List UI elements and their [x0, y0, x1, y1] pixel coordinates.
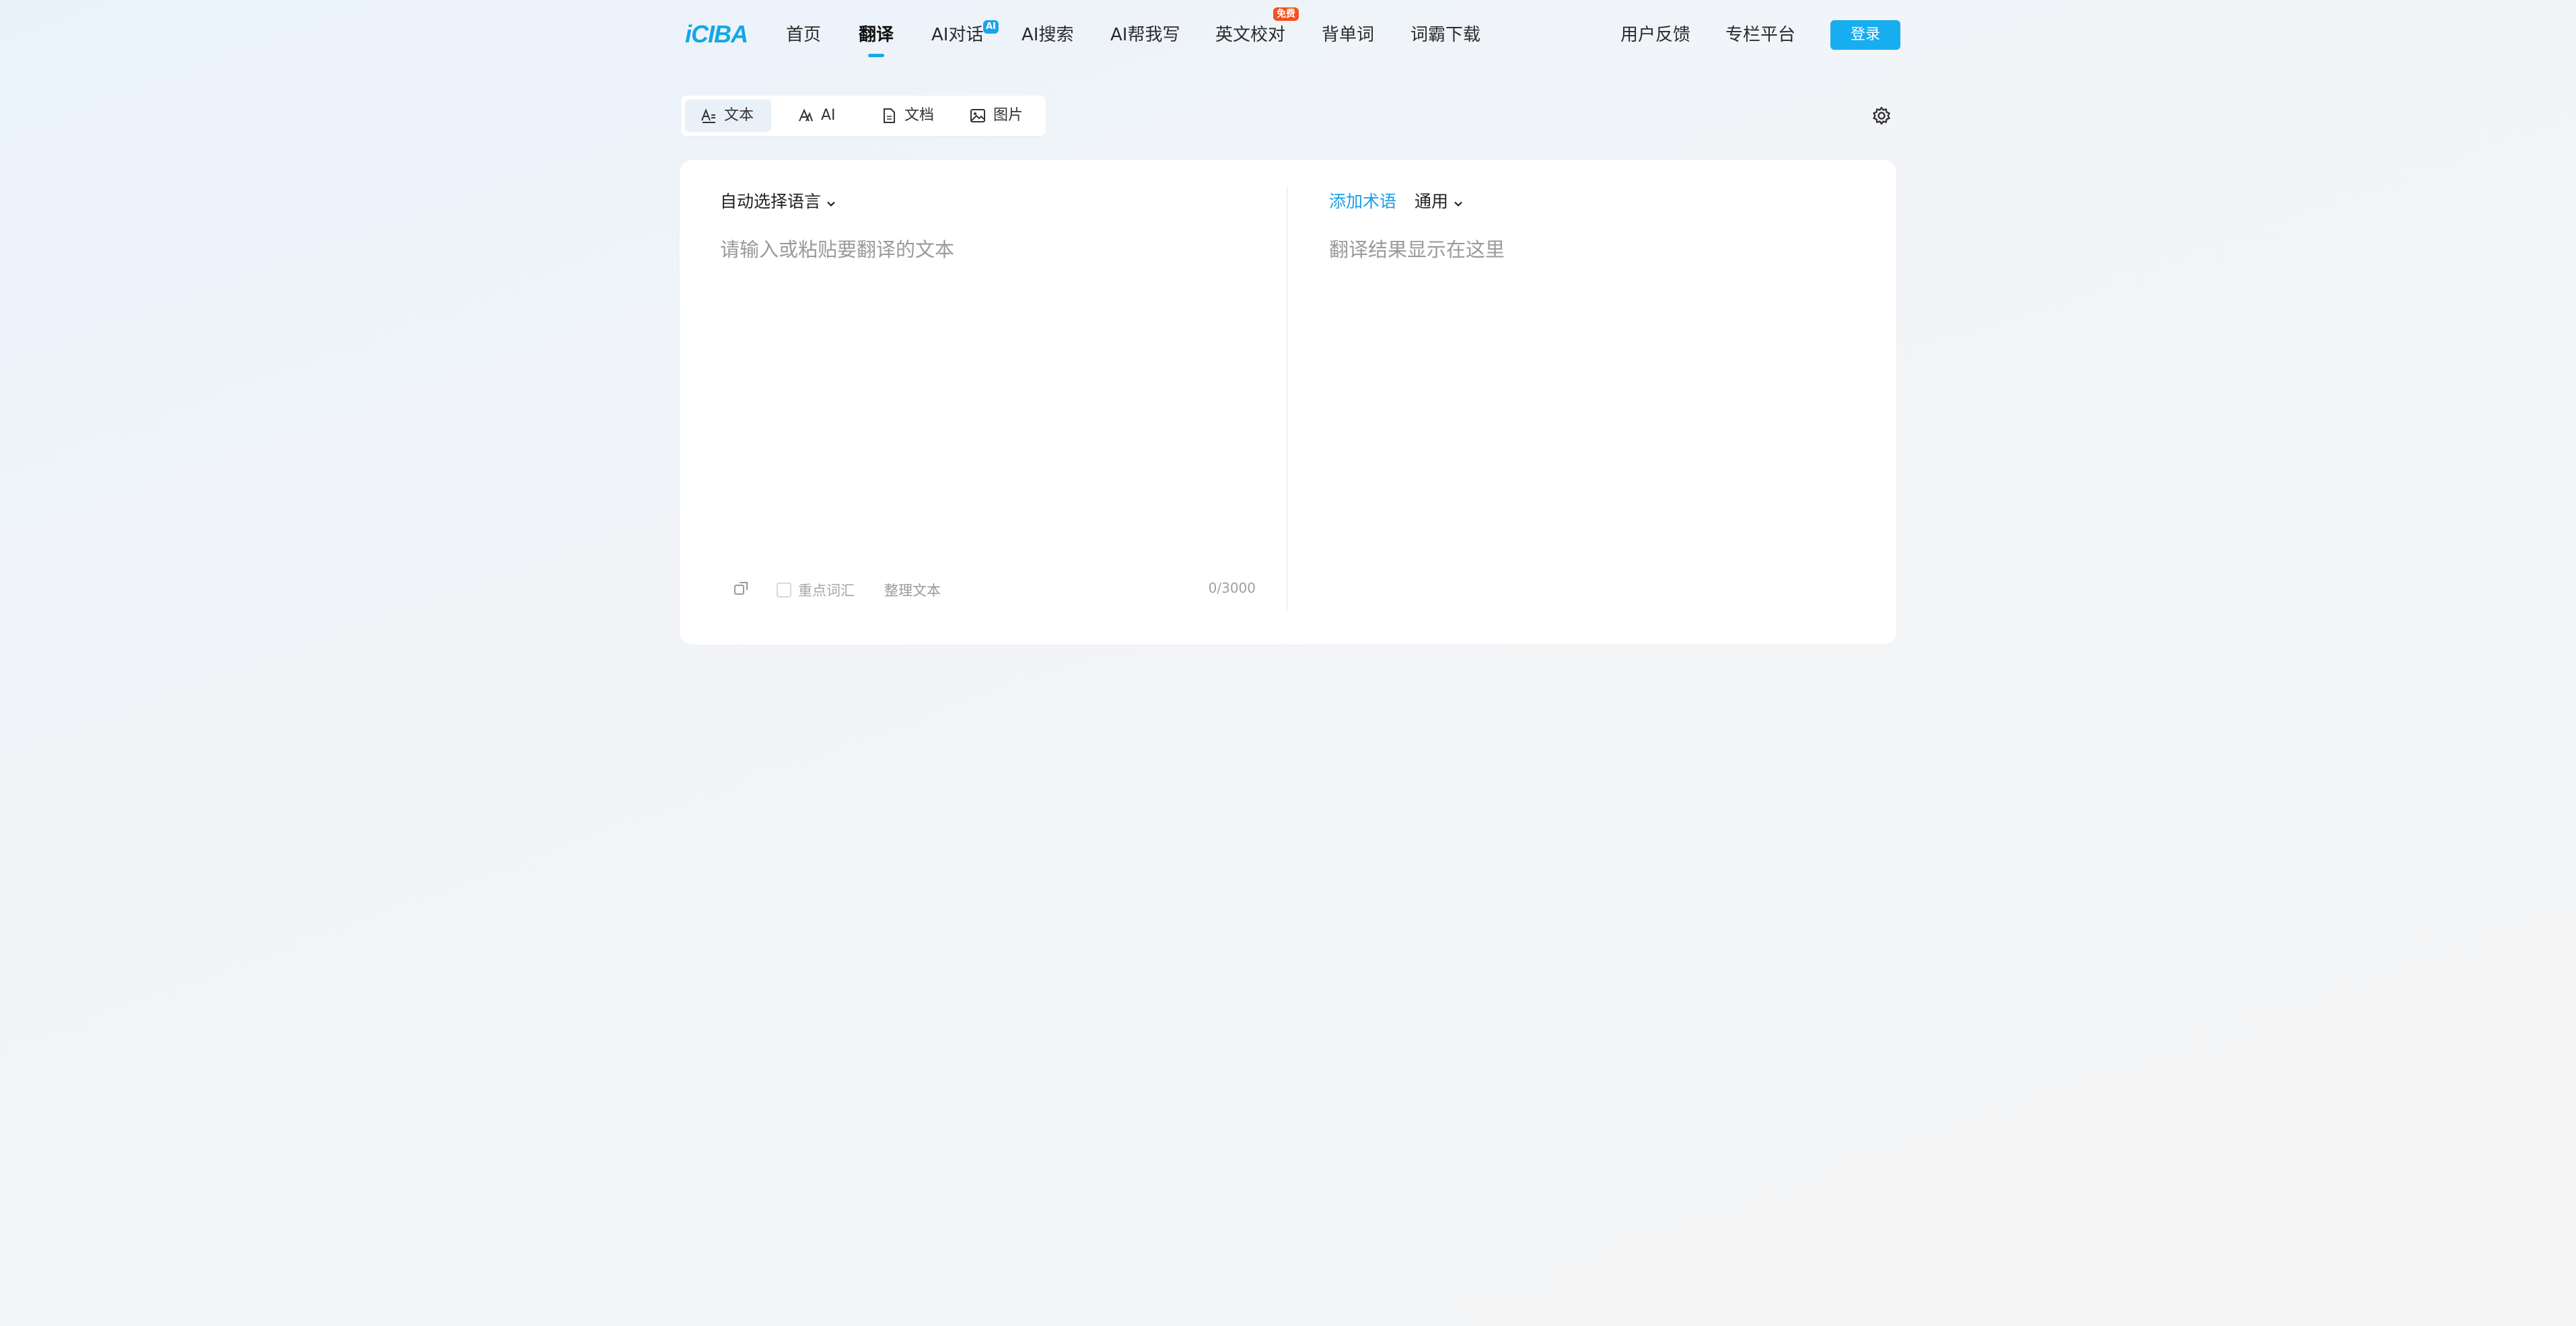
domain-label: 通用 — [1415, 192, 1449, 211]
tab-document-label: 文档 — [904, 107, 935, 124]
chevron-down-icon — [825, 194, 837, 207]
key-vocab-label[interactable]: 重点词汇 — [798, 580, 855, 600]
nav-item-home[interactable]: 首页 — [786, 23, 821, 47]
source-language-label: 自动选择语言 — [720, 192, 822, 211]
iciba-logo[interactable]: iCIBA — [685, 20, 748, 48]
source-footer: 重点词汇 整理文本 0/3000 — [724, 577, 1256, 600]
tab-image[interactable]: 图片 — [969, 100, 1023, 132]
image-icon — [969, 107, 987, 124]
source-text-input[interactable] — [720, 234, 1245, 517]
nav-item-ai-search[interactable]: AI搜索 — [1022, 23, 1073, 47]
login-button[interactable]: 登录 — [1830, 20, 1900, 50]
gear-icon[interactable] — [1871, 105, 1892, 126]
ai-icon — [797, 107, 814, 124]
free-badge: 免费 — [1273, 7, 1299, 21]
nav-item-column[interactable]: 专栏平台 — [1725, 23, 1795, 47]
ai-badge: AI — [983, 20, 999, 34]
translate-mode-tabs: 文本 AI 文档 图片 — [681, 96, 1046, 136]
domain-select[interactable]: 通用 — [1415, 188, 1464, 213]
char-counter: 0/3000 — [1208, 580, 1256, 596]
source-language-select[interactable]: 自动选择语言 — [720, 188, 837, 213]
tab-image-label: 图片 — [993, 107, 1024, 124]
key-vocab-checkbox[interactable] — [777, 583, 791, 597]
tab-ai-label: AI — [821, 107, 836, 124]
tab-ai[interactable]: AI — [797, 100, 836, 132]
nav-item-ai-chat[interactable]: AI对话 — [931, 23, 983, 47]
nav-item-proofread[interactable]: 英文校对 — [1215, 23, 1285, 47]
nav-item-download[interactable]: 词霸下载 — [1410, 23, 1480, 47]
pane-divider — [1287, 187, 1288, 611]
document-icon — [880, 107, 898, 124]
text-translate-icon — [700, 107, 717, 124]
nav-item-ai-write[interactable]: AI帮我写 — [1110, 23, 1180, 47]
tab-text[interactable]: 文本 — [685, 100, 771, 132]
nav-item-vocab[interactable]: 背单词 — [1322, 23, 1374, 47]
translation-output: 翻译结果显示在这里 — [1329, 238, 1505, 261]
nav-item-feedback[interactable]: 用户反馈 — [1620, 23, 1690, 47]
translate-card: 自动选择语言 重点词汇 整理文本 0/3000 添加术语 通用 翻译结果显示在这… — [680, 160, 1896, 644]
chevron-down-icon — [1452, 194, 1464, 207]
copy-icon[interactable] — [732, 579, 751, 597]
tab-document[interactable]: 文档 — [880, 100, 934, 132]
tidy-text-button[interactable]: 整理文本 — [884, 580, 941, 600]
nav-item-translate[interactable]: 翻译 — [859, 23, 894, 57]
add-term-button[interactable]: 添加术语 — [1329, 188, 1396, 213]
tab-text-label: 文本 — [724, 107, 754, 124]
